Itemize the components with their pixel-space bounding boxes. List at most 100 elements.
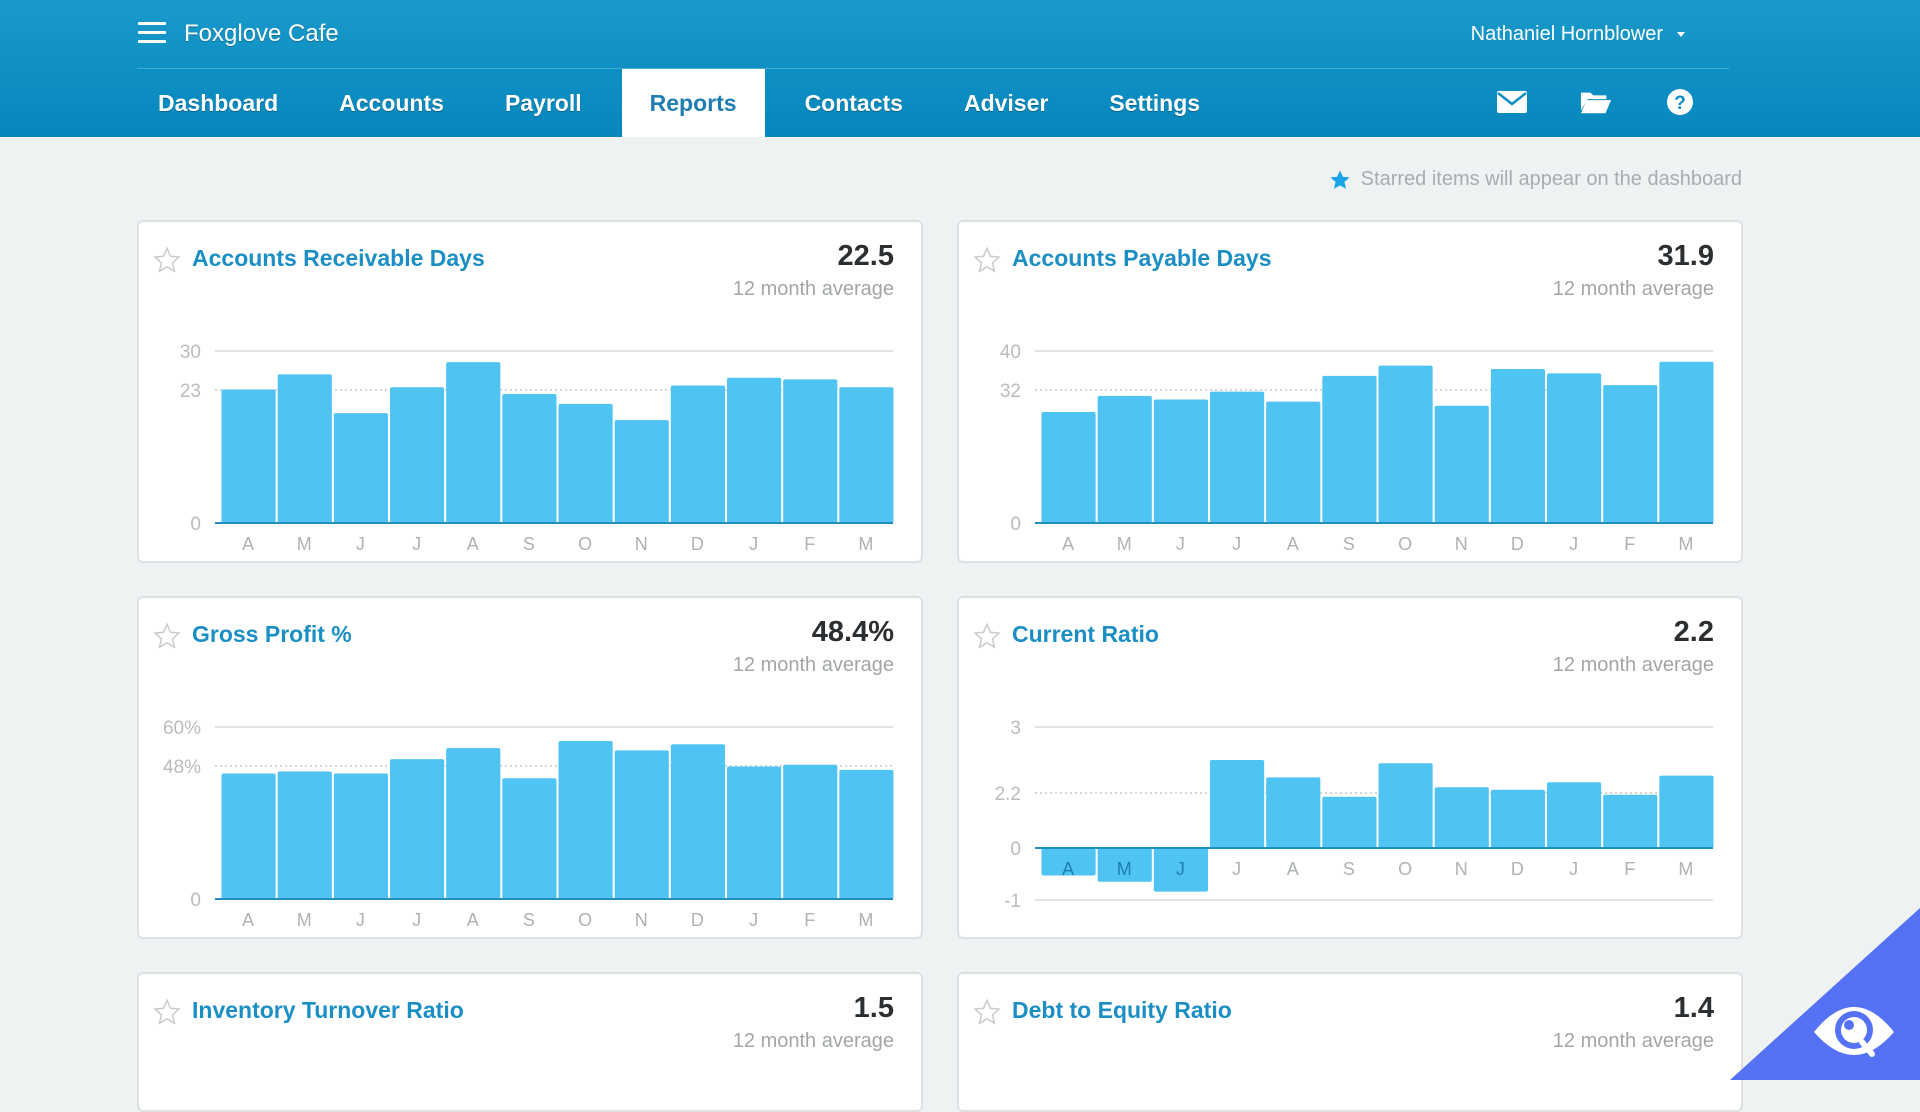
bar — [390, 759, 445, 899]
y-tick-label: 3 — [1010, 718, 1021, 739]
card-title[interactable]: Accounts Receivable Days — [192, 245, 485, 272]
star-icon[interactable] — [153, 246, 181, 274]
card-title[interactable]: Gross Profit % — [192, 621, 352, 648]
bar — [390, 387, 445, 523]
chevron-down-icon — [1677, 32, 1685, 38]
user-name: Nathaniel Hornblower — [1470, 23, 1663, 45]
bar — [333, 773, 388, 899]
bar — [783, 764, 838, 899]
y-tick-label: 0 — [190, 890, 201, 911]
bar — [221, 773, 276, 899]
x-tick-label: N — [635, 910, 648, 930]
x-tick-label: N — [1455, 859, 1468, 879]
y-tick-label: 32 — [1000, 381, 1021, 402]
chart-accounts-receivable-days: 0 23 30 A M J J A S O N D J F M — [180, 342, 894, 554]
user-menu[interactable]: Nathaniel Hornblower — [1471, 23, 1685, 46]
star-icon[interactable] — [153, 998, 181, 1026]
star-icon[interactable] — [973, 622, 1001, 650]
x-tick-label: J — [1232, 859, 1241, 879]
folder-icon[interactable] — [1580, 86, 1612, 118]
x-tick-label: A — [467, 534, 479, 554]
nav-payroll[interactable]: Payroll — [484, 69, 603, 137]
nav-accounts[interactable]: Accounts — [318, 69, 465, 137]
nav-dashboard[interactable]: Dashboard — [137, 69, 299, 137]
x-tick-label: F — [1624, 534, 1635, 554]
card-title[interactable]: Current Ratio — [1012, 621, 1159, 648]
bar — [1097, 395, 1152, 523]
bar — [558, 403, 613, 523]
svg-text:?: ? — [1674, 93, 1686, 114]
card-subtitle: 12 month average — [732, 278, 894, 300]
bar — [1153, 399, 1208, 523]
bar — [1434, 405, 1489, 523]
x-tick-label: D — [691, 534, 704, 554]
star-icon[interactable] — [973, 246, 1001, 274]
x-tick-label: J — [749, 534, 758, 554]
menu-icon[interactable] — [138, 22, 166, 44]
x-tick-label: M — [1678, 534, 1693, 554]
x-tick-label: O — [1398, 859, 1412, 879]
x-tick-label: D — [1511, 534, 1524, 554]
y-tick-label: 30 — [180, 342, 201, 363]
bar — [1210, 391, 1265, 523]
bar — [1659, 775, 1714, 848]
x-tick-label: A — [242, 910, 254, 930]
org-name[interactable]: Foxglove Cafe — [184, 20, 339, 48]
x-tick-label: F — [1624, 859, 1635, 879]
x-tick-label: S — [1343, 534, 1355, 554]
x-tick-label: S — [523, 534, 535, 554]
help-icon[interactable]: ? — [1664, 86, 1696, 118]
x-tick-label: O — [578, 534, 592, 554]
chart-current-ratio: -1 0 2.2 3 A M J J A S O N D J F M — [995, 718, 1714, 912]
card-subtitle: 12 month average — [732, 1030, 894, 1052]
card-title[interactable]: Inventory Turnover Ratio — [192, 997, 464, 1024]
x-tick-label: N — [635, 534, 648, 554]
nav-adviser[interactable]: Adviser — [943, 69, 1069, 137]
bar — [277, 771, 332, 899]
bar — [1210, 760, 1265, 848]
bar — [1322, 796, 1377, 848]
y-tick-label: 40 — [1000, 342, 1021, 363]
nav-icons: ? — [1496, 86, 1696, 118]
x-tick-label: M — [297, 534, 312, 554]
bar — [839, 387, 894, 523]
bar — [221, 389, 276, 523]
x-tick-label: S — [1343, 859, 1355, 879]
card-debt-to-equity-ratio: Debt to Equity Ratio 1.4 12 month averag… — [957, 972, 1743, 1112]
x-tick-label: J — [356, 534, 365, 554]
star-icon[interactable] — [973, 998, 1001, 1026]
bar — [670, 744, 725, 899]
card-value: 1.5 — [853, 992, 894, 1024]
y-tick-label: 0 — [1010, 514, 1021, 535]
x-tick-label: D — [691, 910, 704, 930]
star-icon[interactable] — [153, 622, 181, 650]
x-tick-label: J — [1176, 534, 1185, 554]
card-subtitle: 12 month average — [1552, 1030, 1714, 1052]
bar — [1490, 369, 1545, 523]
x-tick-label: J — [749, 910, 758, 930]
nav-contacts[interactable]: Contacts — [784, 69, 924, 137]
x-tick-label: J — [1569, 534, 1578, 554]
nav-settings[interactable]: Settings — [1088, 69, 1221, 137]
x-tick-label: J — [1569, 859, 1578, 879]
bar — [783, 379, 838, 523]
tip-text: Starred items will appear on the dashboa… — [1360, 168, 1742, 190]
mail-icon[interactable] — [1496, 86, 1528, 118]
x-tick-label: J — [412, 910, 421, 930]
bar — [333, 413, 388, 523]
card-title[interactable]: Debt to Equity Ratio — [1012, 997, 1232, 1024]
y-tick-label: 0 — [190, 514, 201, 535]
card-value: 31.9 — [1657, 240, 1714, 272]
bar — [446, 748, 501, 899]
card-title[interactable]: Accounts Payable Days — [1012, 245, 1272, 272]
bar — [1659, 361, 1714, 523]
corner-badge[interactable] — [1730, 908, 1920, 1080]
x-tick-label: A — [1062, 534, 1074, 554]
y-tick-label: 48% — [163, 757, 201, 778]
nav-reports[interactable]: Reports — [621, 69, 765, 137]
bar — [1378, 763, 1433, 848]
y-tick-label: -1 — [1004, 891, 1021, 912]
top-bar: Foxglove Cafe Nathaniel Hornblower — [137, 0, 1729, 69]
bar — [1322, 375, 1377, 523]
card-value: 22.5 — [837, 240, 894, 272]
